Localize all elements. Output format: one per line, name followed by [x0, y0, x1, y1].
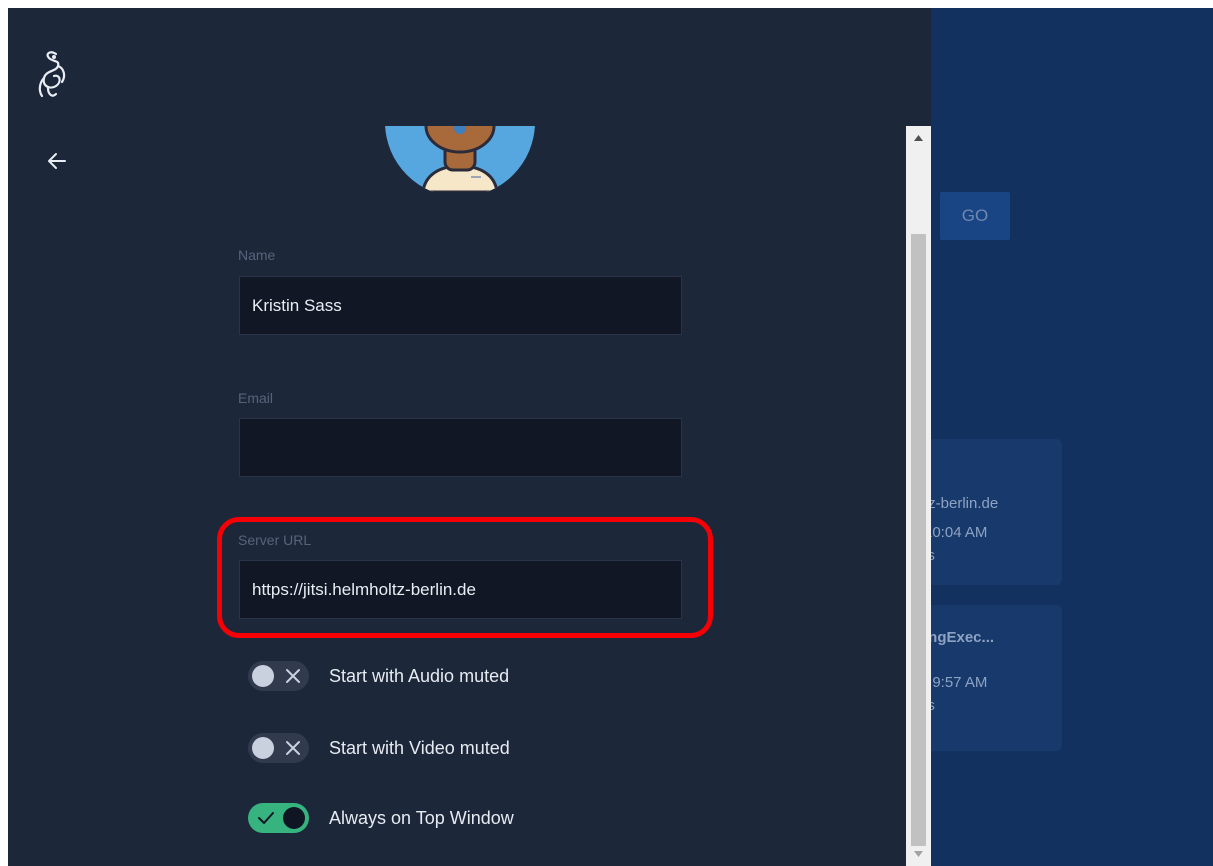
recent-meeting-time: t 9:57 AM — [924, 674, 988, 691]
toggle-knob — [283, 807, 305, 829]
video-muted-label: Start with Video muted — [329, 737, 510, 758]
video-muted-toggle-row[interactable]: Start with Video muted — [248, 731, 510, 765]
scroll-up-arrow-icon[interactable] — [906, 126, 931, 150]
user-avatar-icon — [385, 126, 535, 192]
server-url-label: Server URL — [238, 532, 312, 548]
always-on-top-label: Always on Top Window — [329, 807, 514, 828]
settings-content: Name Kristin Sass Email Server URL https… — [208, 126, 911, 866]
x-icon — [286, 669, 300, 683]
video-muted-toggle[interactable] — [248, 733, 309, 763]
x-icon — [286, 741, 300, 755]
recent-meeting-server: tz-berlin.de — [924, 495, 999, 512]
recent-meeting-time: 10:04 AM — [924, 524, 988, 541]
always-on-top-toggle-row[interactable]: Always on Top Window — [248, 801, 514, 835]
name-label: Name — [238, 247, 276, 263]
vertical-scrollbar[interactable] — [906, 126, 931, 866]
go-button[interactable]: GO — [940, 192, 1010, 240]
audio-muted-toggle-row[interactable]: Start with Audio muted — [248, 659, 509, 693]
server-url-field[interactable]: https://jitsi.helmholtz-berlin.de — [239, 560, 682, 619]
recent-meeting-card[interactable]: ingExec... t 9:57 AM ls — [910, 605, 1062, 751]
toggle-knob — [252, 737, 274, 759]
app-window: GO tz-berlin.de 10:04 AM ls ingExec... t… — [8, 8, 1213, 866]
audio-muted-toggle[interactable] — [248, 661, 309, 691]
arrow-left-icon[interactable] — [44, 148, 70, 174]
name-field[interactable]: Kristin Sass — [239, 276, 682, 335]
recent-meeting-card[interactable]: tz-berlin.de 10:04 AM ls — [910, 439, 1062, 585]
always-on-top-toggle[interactable] — [248, 803, 309, 833]
recent-meeting-title: ingExec... — [924, 629, 995, 646]
scrollbar-thumb[interactable] — [911, 234, 926, 846]
check-icon — [258, 812, 274, 824]
toggle-knob — [252, 665, 274, 687]
jitsi-logo-icon — [38, 51, 66, 98]
email-field[interactable] — [239, 418, 682, 477]
audio-muted-label: Start with Audio muted — [329, 665, 510, 686]
scroll-down-arrow-icon[interactable] — [906, 842, 931, 866]
settings-drawer: Name Kristin Sass Email Server URL https… — [8, 8, 931, 866]
email-label: Email — [238, 390, 274, 406]
